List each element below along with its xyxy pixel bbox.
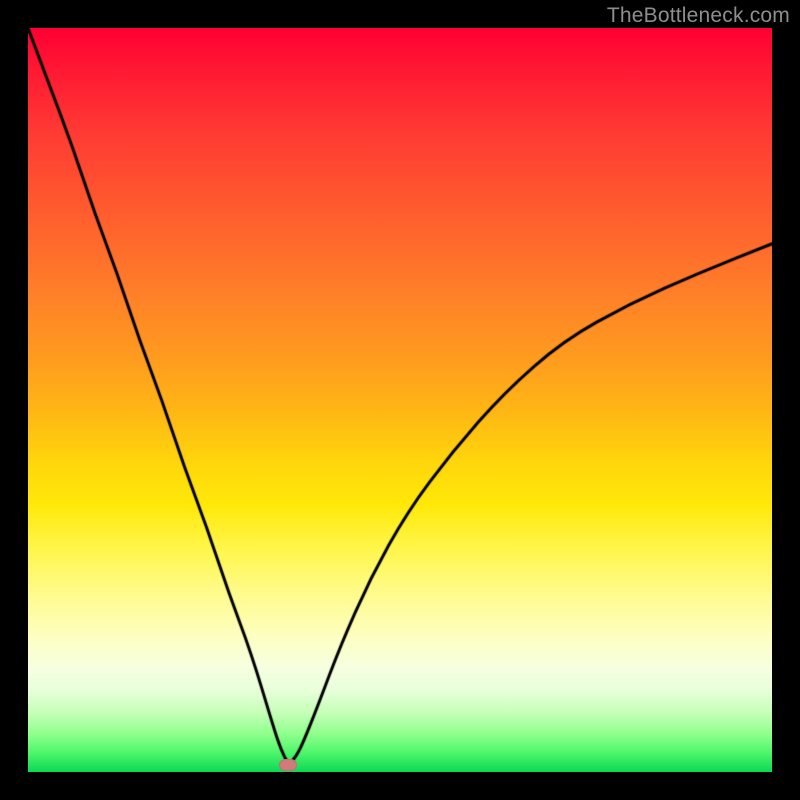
bottleneck-curve: [28, 28, 772, 772]
optimal-point-marker: [279, 759, 297, 771]
chart-frame: TheBottleneck.com: [0, 0, 800, 800]
chart-plot-area: [28, 28, 772, 772]
watermark-label: TheBottleneck.com: [607, 4, 790, 28]
